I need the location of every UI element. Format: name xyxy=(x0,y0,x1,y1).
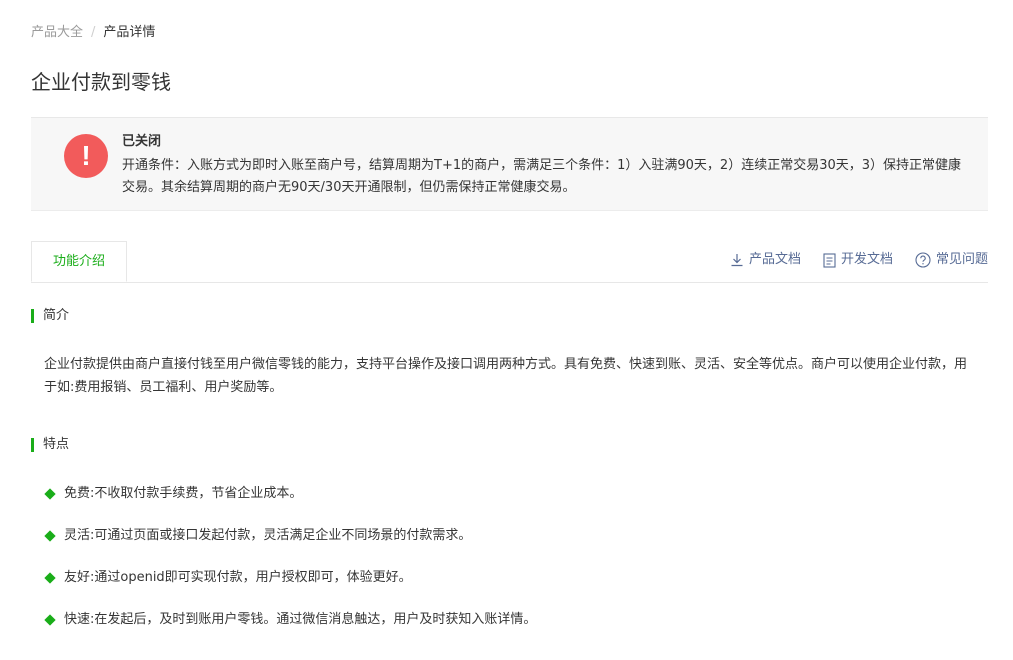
breadcrumb-link-product-list[interactable]: 产品大全 xyxy=(31,25,83,40)
diamond-bullet-icon xyxy=(44,488,56,500)
intro-text: 企业付款提供由商户直接付钱至用户微信零钱的能力，支持平台操作及接口调用两种方式。… xyxy=(44,357,968,395)
tab-bar: 功能介绍 产品文档 开发文档 常见问题 xyxy=(31,241,988,283)
status-title: 已关闭 xyxy=(122,134,162,149)
tab-feature-intro[interactable]: 功能介绍 xyxy=(31,241,127,282)
status-notice: ! 已关闭 开通条件：入账方式为即时入账至商户号，结算周期为T+1的商户，需满足… xyxy=(31,117,988,211)
product-doc-label: 产品文档 xyxy=(748,252,801,267)
status-description: 开通条件：入账方式为即时入账至商户号，结算周期为T+1的商户，需满足三个条件：1… xyxy=(122,158,962,195)
doc-links: 产品文档 开发文档 常见问题 xyxy=(730,251,988,269)
feature-text: 灵活:可通过页面或接口发起付款，灵活满足企业不同场景的付款需求。 xyxy=(64,528,472,543)
feature-text: 快速:在发起后，及时到账用户零钱。通过微信消息触达，用户及时获知入账详情。 xyxy=(64,612,537,627)
feature-item: 免费:不收取付款手续费，节省企业成本。 xyxy=(44,485,302,503)
faq-label: 常见问题 xyxy=(935,252,988,267)
diamond-bullet-icon xyxy=(44,530,56,542)
dev-doc-link[interactable]: 开发文档 xyxy=(823,251,893,269)
feature-item: 快速:在发起后，及时到账用户零钱。通过微信消息触达，用户及时获知入账详情。 xyxy=(44,611,536,629)
section-title-features: 特点 xyxy=(31,437,69,453)
exclamation-icon: ! xyxy=(64,134,108,178)
diamond-bullet-icon xyxy=(44,572,56,584)
feature-item: 灵活:可通过页面或接口发起付款，灵活满足企业不同场景的付款需求。 xyxy=(44,527,471,545)
diamond-bullet-icon xyxy=(44,614,56,626)
page-title: 企业付款到零钱 xyxy=(31,70,171,94)
question-circle-icon xyxy=(915,252,931,268)
section-title-intro: 简介 xyxy=(31,308,69,324)
product-doc-link[interactable]: 产品文档 xyxy=(730,251,801,269)
feature-item: 友好:通过openid即可实现付款，用户授权即可，体验更好。 xyxy=(44,569,412,587)
feature-text: 友好:通过openid即可实现付款，用户授权即可，体验更好。 xyxy=(64,570,412,585)
download-icon xyxy=(731,254,743,267)
breadcrumb-current: 产品详情 xyxy=(103,25,156,40)
feature-text: 免费:不收取付款手续费，节省企业成本。 xyxy=(64,486,303,501)
faq-link[interactable]: 常见问题 xyxy=(915,251,988,269)
document-icon xyxy=(823,252,836,268)
dev-doc-label: 开发文档 xyxy=(840,252,893,267)
breadcrumb: 产品大全 / 产品详情 xyxy=(31,24,155,42)
breadcrumb-separator: / xyxy=(91,25,96,40)
